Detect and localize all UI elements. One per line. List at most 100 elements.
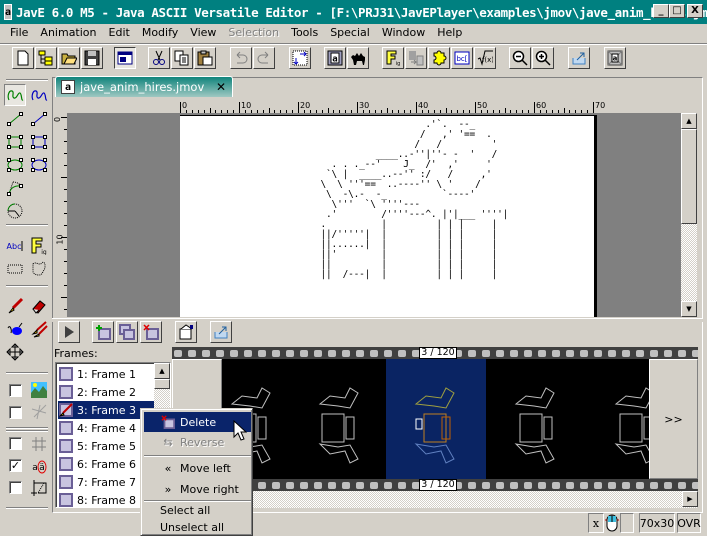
film-hole <box>538 350 546 357</box>
frame-properties-button[interactable] <box>175 321 197 343</box>
minimize-button[interactable]: _ <box>653 4 669 18</box>
add-frame-button[interactable] <box>92 321 114 343</box>
menu-edit[interactable]: Edit <box>103 24 136 42</box>
canvas-vertical-scrollbar[interactable]: ▲ ▼ <box>681 113 697 317</box>
menu-view[interactable]: View <box>184 24 222 42</box>
about-button[interactable]: a <box>604 47 626 69</box>
ascii-canvas[interactable]: .'`. --_ / ,' '== . / / ' ____..-''|''- … <box>180 115 597 317</box>
formula-button[interactable]: f(x) <box>474 47 496 69</box>
arc-tool[interactable] <box>4 200 26 222</box>
menu-selection[interactable]: Selection <box>222 24 285 42</box>
rect-selection-tool[interactable] <box>4 258 26 280</box>
toggle-window-button[interactable] <box>114 47 136 69</box>
fill-tool[interactable] <box>4 318 26 340</box>
ctx-move-left[interactable]: «Move left <box>144 458 251 478</box>
frame-list-scroll-up[interactable]: ▲ <box>154 363 170 379</box>
char-highlight-toggle[interactable]: aä <box>28 455 50 477</box>
close-tab-icon[interactable]: ✕ <box>216 80 226 94</box>
crop-marks-toggle[interactable] <box>28 477 50 499</box>
freehand-curve-icon <box>31 90 48 101</box>
close-button[interactable]: X <box>687 4 703 18</box>
save-button[interactable] <box>81 47 103 69</box>
move-tool[interactable] <box>4 341 26 363</box>
copy-button[interactable] <box>171 47 193 69</box>
grid-checkbox[interactable] <box>9 437 22 450</box>
connector-toggle[interactable] <box>28 401 50 423</box>
export-animation-button[interactable] <box>210 321 232 343</box>
scroll-down-button[interactable]: ▼ <box>681 301 697 317</box>
menu-window[interactable]: Window <box>376 24 431 42</box>
export-button[interactable] <box>568 47 590 69</box>
freehand-green-tool[interactable] <box>4 84 26 106</box>
line-blue-tool[interactable] <box>28 108 50 130</box>
duplicate-frame-button[interactable] <box>116 321 138 343</box>
frame-list-item[interactable]: 2: Frame 2 <box>58 383 156 401</box>
freehand-blue-tool[interactable] <box>28 84 50 106</box>
ellipse-green-tool[interactable] <box>4 154 26 176</box>
double-chevron-right-icon: » <box>164 482 172 496</box>
new-document-button[interactable] <box>12 47 34 69</box>
menu-tools[interactable]: Tools <box>285 24 324 42</box>
redo-button[interactable] <box>253 47 275 69</box>
convert-image-button[interactable] <box>405 47 427 69</box>
menu-modify[interactable]: Modify <box>136 24 184 42</box>
bezier-tool[interactable] <box>4 177 26 199</box>
rectangle-blue-tool[interactable] <box>28 131 50 153</box>
jave-app-icon[interactable]: a <box>4 4 13 20</box>
menu-file[interactable]: File <box>4 24 34 42</box>
background-image-checkbox[interactable] <box>9 384 22 397</box>
eraser-tool[interactable] <box>28 295 50 317</box>
figlet-button[interactable]: ig <box>382 47 404 69</box>
play-button[interactable] <box>58 321 80 343</box>
menu-help[interactable]: Help <box>431 24 468 42</box>
film-hole <box>608 350 616 357</box>
crop-marks-checkbox[interactable] <box>9 481 22 494</box>
open-button[interactable] <box>58 47 80 69</box>
bc-text-button[interactable]: bc[ <box>451 47 473 69</box>
figlet-text-tool[interactable]: ig <box>28 235 50 257</box>
paste-button[interactable] <box>194 47 216 69</box>
zoom-out-button[interactable] <box>509 47 531 69</box>
scroll-right-button[interactable]: ▶ <box>682 491 698 507</box>
char-highlight-checkbox[interactable]: ✓ <box>9 459 22 472</box>
rectangle-green-tool[interactable] <box>4 131 26 153</box>
smudge-tool[interactable] <box>28 318 50 340</box>
open-tree-button[interactable] <box>35 47 57 69</box>
text-tool[interactable]: Abc <box>4 235 26 257</box>
menu-special[interactable]: Special <box>324 24 376 42</box>
camel-button[interactable] <box>347 47 369 69</box>
edit-mode[interactable]: OVR <box>677 513 701 533</box>
frame-list-item[interactable]: 1: Frame 1 <box>58 365 156 383</box>
cut-button[interactable] <box>148 47 170 69</box>
grid-toggle[interactable] <box>28 433 50 455</box>
scroll-up-button[interactable]: ▲ <box>681 113 697 129</box>
brush-tool[interactable] <box>4 295 26 317</box>
background-image-toggle[interactable] <box>28 379 50 401</box>
ctx-move-right[interactable]: » Move right <box>144 479 251 499</box>
scroll-thumb[interactable] <box>681 129 697 224</box>
film-hole <box>496 350 504 357</box>
puzzle-button[interactable] <box>428 47 450 69</box>
frame-list-thumb[interactable] <box>154 379 170 389</box>
svg-text:f(x): f(x) <box>482 56 493 64</box>
connector-checkbox[interactable] <box>9 406 22 419</box>
frame-thumbnail[interactable] <box>586 359 649 479</box>
frame-thumbnail[interactable] <box>290 359 390 479</box>
film-hole <box>636 350 644 357</box>
frame-thumbnail-current[interactable] <box>386 359 486 479</box>
undo-button[interactable] <box>230 47 252 69</box>
menu-animation[interactable]: Animation <box>34 24 102 42</box>
delete-frame-button[interactable] <box>140 321 162 343</box>
animation-button[interactable]: a <box>324 47 346 69</box>
zoom-in-button[interactable] <box>532 47 554 69</box>
line-green-tool[interactable] <box>4 108 26 130</box>
ctx-unselect-all[interactable]: Unselect all <box>144 517 251 536</box>
document-tab[interactable]: a jave_anim_hires.jmov ✕ <box>55 76 233 97</box>
frame-thumbnail[interactable] <box>486 359 586 479</box>
maximize-button[interactable]: □ <box>669 4 685 18</box>
rect-selection-icon <box>7 264 23 274</box>
resize-canvas-button[interactable] <box>289 47 311 69</box>
ellipse-blue-tool[interactable] <box>28 154 50 176</box>
filmstrip-next-button[interactable]: >> <box>649 359 698 479</box>
lasso-selection-tool[interactable] <box>28 258 50 280</box>
